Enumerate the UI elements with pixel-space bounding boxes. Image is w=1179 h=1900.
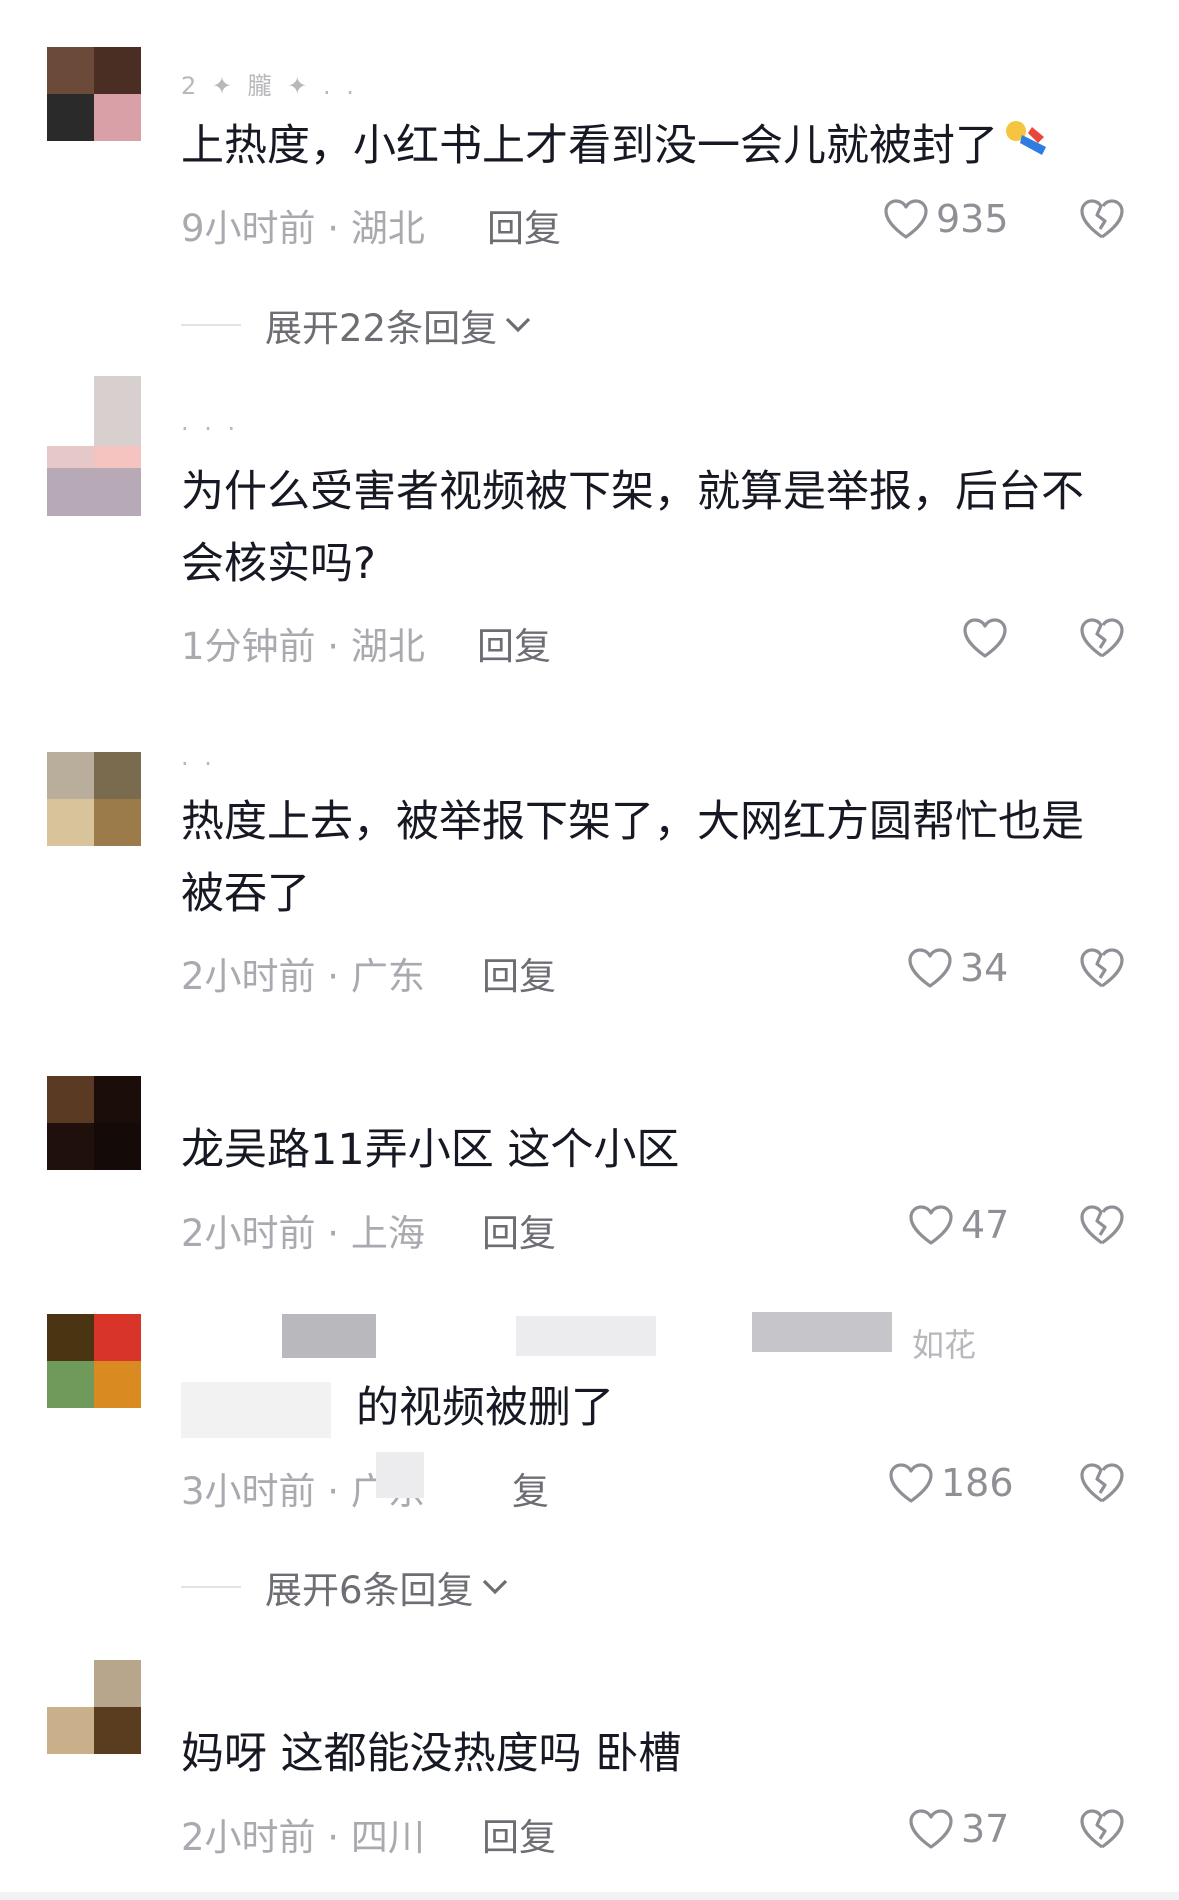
reply-button[interactable]: 回复: [477, 616, 551, 670]
like-button[interactable]: 37: [907, 1803, 1009, 1855]
comment-meta: 2小时前 · 广东: [181, 955, 425, 998]
username[interactable]: 如花: [912, 1320, 976, 1366]
comment-text-line: 的视频被删了: [356, 1383, 614, 1433]
like-button[interactable]: 47: [907, 1199, 1009, 1251]
comment-text: 龙吴路11弄小区 这个小区: [181, 1114, 1121, 1186]
username[interactable]: · ·: [181, 750, 216, 778]
reply-button[interactable]: 回复: [487, 198, 561, 252]
like-count: 34: [960, 946, 1009, 990]
expand-replies-button[interactable]: 展开6条回复: [181, 1560, 512, 1614]
broken-heart-icon[interactable]: [1078, 1459, 1126, 1505]
comment-text: 的视频被删了: [356, 1372, 1179, 1444]
username[interactable]: · · ·: [181, 415, 239, 443]
comment-text-line: 上热度，小红书上才看到没一会儿就被封了: [181, 121, 998, 171]
like-button[interactable]: 34: [906, 942, 1008, 994]
heart-outline-icon: [909, 1809, 953, 1849]
expand-label: 展开22条回复: [265, 307, 498, 350]
reply-button[interactable]: 回复: [482, 1807, 556, 1861]
comment-meta: 9小时前 · 湖北: [181, 207, 425, 250]
comment-text: 妈呀 这都能没热度吗 卧槽: [181, 1718, 1121, 1790]
like-button[interactable]: 935: [882, 193, 1009, 245]
heart-outline-icon: [909, 1205, 953, 1245]
redaction-block: [516, 1316, 656, 1356]
heart-outline-icon: [884, 199, 928, 239]
broken-heart-icon[interactable]: [1078, 195, 1126, 241]
avatar[interactable]: [47, 47, 141, 141]
like-button[interactable]: [961, 612, 1015, 664]
redaction-block: [181, 1382, 331, 1438]
redaction-block: [752, 1312, 892, 1352]
like-button[interactable]: 186: [887, 1457, 1014, 1509]
comment-text-line: 妈呀 这都能没热度吗 卧槽: [181, 1729, 682, 1779]
like-count: 47: [961, 1203, 1010, 1247]
comment-text-line: 为什么受害者视频被下架，就算是举报，后台不: [181, 467, 1084, 517]
like-count: 935: [936, 197, 1009, 241]
expand-replies-button[interactable]: 展开22条回复: [181, 298, 535, 352]
comment-meta: 2小时前 · 四川: [181, 1816, 425, 1859]
comment-text-line: 被吞了: [181, 869, 310, 919]
broken-heart-icon[interactable]: [1078, 1201, 1126, 1247]
chevron-down-icon: [505, 317, 531, 333]
username[interactable]: 2 ✦ 朧 ✦ . .: [181, 66, 358, 101]
comment-text-line: 会核实吗?: [181, 539, 376, 589]
chevron-down-icon: [482, 1579, 507, 1595]
divider: [181, 1586, 241, 1588]
comment-text-line: 龙吴路11弄小区 这个小区: [181, 1125, 680, 1175]
comment-text: 上热度，小红书上才看到没一会儿就被封了: [181, 110, 1121, 185]
reply-button[interactable]: 复: [512, 1461, 549, 1515]
avatar[interactable]: [47, 1076, 141, 1170]
broken-heart-icon[interactable]: [1078, 614, 1126, 660]
avatar[interactable]: [47, 1660, 141, 1754]
comment-text: 为什么受害者视频被下架，就算是举报，后台不 会核实吗?: [181, 456, 1121, 600]
comment-meta: 1分钟前 · 湖北: [181, 625, 425, 668]
heart-outline-icon: [908, 948, 952, 988]
fallen-person-emoji-icon: [1002, 113, 1058, 185]
avatar[interactable]: [47, 1314, 141, 1408]
reply-button[interactable]: 回复: [482, 1203, 556, 1257]
comment-text: 热度上去，被举报下架了，大网红方圆帮忙也是 被吞了: [181, 786, 1121, 930]
like-count: 37: [961, 1807, 1010, 1851]
comment-meta: 2小时前 · 上海: [181, 1212, 425, 1255]
broken-heart-icon[interactable]: [1078, 944, 1126, 990]
broken-heart-icon[interactable]: [1078, 1805, 1126, 1851]
redaction-block: [282, 1314, 376, 1358]
reply-button[interactable]: 回复: [482, 946, 556, 1000]
divider: [181, 324, 241, 326]
comment-text-line: 热度上去，被举报下架了，大网红方圆帮忙也是: [181, 797, 1084, 847]
like-count: 186: [941, 1461, 1014, 1505]
heart-outline-icon: [963, 618, 1007, 658]
avatar-blur: [47, 468, 141, 516]
divider: [0, 1892, 1179, 1900]
expand-label: 展开6条回复: [265, 1569, 474, 1612]
heart-outline-icon: [889, 1463, 933, 1503]
redaction-block: [376, 1452, 424, 1498]
avatar[interactable]: [47, 752, 141, 846]
